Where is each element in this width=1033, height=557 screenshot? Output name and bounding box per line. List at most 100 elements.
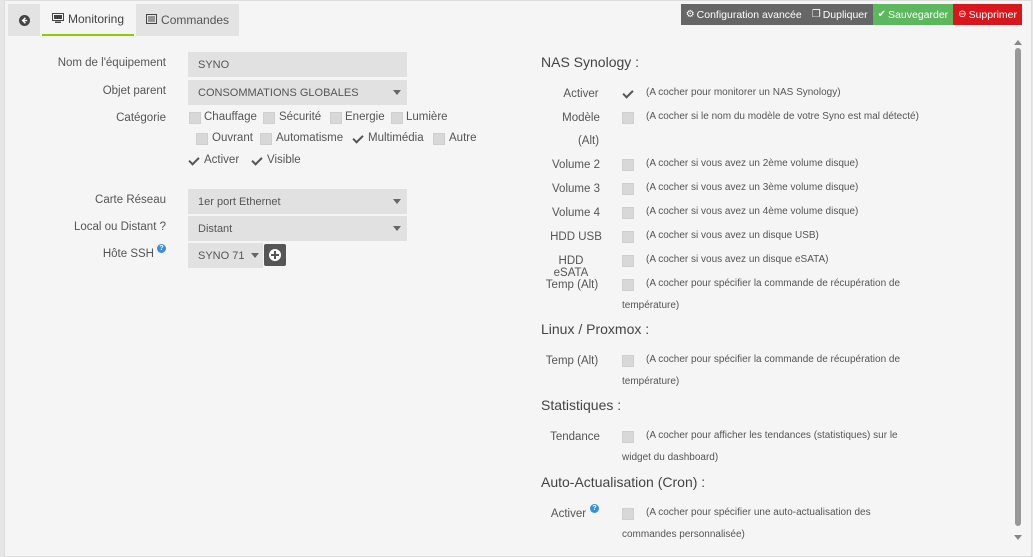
volume3-checkbox[interactable] (622, 183, 634, 195)
ssh-select[interactable]: SYNO 71 (188, 243, 263, 268)
duplicate-label: Dupliquer (822, 8, 868, 21)
hddesata-checkbox[interactable] (622, 255, 634, 267)
volume4-note: (A cocher si vous avez un 4ème volume di… (646, 206, 859, 217)
chevron-down-icon (393, 199, 401, 204)
category-lumiere-checkbox[interactable] (391, 112, 403, 124)
help-icon[interactable]: ? (157, 244, 166, 253)
volume3-label: Volume 3 (552, 183, 600, 195)
local-select[interactable]: Distant (188, 216, 407, 241)
save-button[interactable]: ✔ Sauvegarder (872, 4, 954, 25)
chevron-down-icon (393, 90, 401, 95)
category-chauffage-label: Chauffage (204, 111, 257, 123)
hddusb-checkbox[interactable] (622, 231, 634, 243)
category-automatisme-label: Automatisme (276, 132, 344, 144)
tab-monitoring-label: Monitoring (68, 12, 125, 26)
delete-button[interactable]: ⊖ Supprimer (953, 4, 1022, 25)
local-label: Local ou Distant ? (73, 221, 166, 233)
network-select[interactable]: 1er port Ethernet (188, 189, 407, 214)
category-energie-label: Energie (345, 111, 385, 123)
modele-note: (A cocher si le nom du modèle de votre S… (646, 111, 919, 122)
name-input[interactable]: SYNO (188, 52, 407, 77)
parent-value: CONSOMMATIONS GLOBALES (198, 86, 359, 99)
linux-temp-note: (A cocher pour spécifier la commande de … (646, 354, 901, 365)
volume2-note: (A cocher si vous avez un 2ème volume di… (646, 158, 859, 169)
name-label: Nom de l'équipement (57, 57, 166, 69)
add-ssh-host-button[interactable] (264, 244, 286, 266)
auto-note-cont: commandes personnalisée) (622, 529, 745, 540)
category-energie-checkbox[interactable] (330, 112, 342, 124)
temp-checkbox[interactable] (622, 279, 634, 291)
activer-checkbox[interactable] (188, 155, 200, 167)
volume4-checkbox[interactable] (622, 207, 634, 219)
ssh-label: Hôte SSH (102, 248, 154, 260)
advanced-config-label: Configuration avancée (696, 8, 802, 21)
scroll-down-arrow-icon[interactable] (1014, 535, 1022, 540)
category-autre-checkbox[interactable] (433, 133, 445, 145)
help-icon[interactable]: ? (590, 504, 599, 513)
hddesata-note: (A cocher si vous avez un disque eSATA) (646, 254, 829, 265)
chevron-down-icon (251, 253, 259, 258)
hddusb-note: (A cocher si vous avez un disque USB) (646, 230, 819, 241)
modele-alt-label: (Alt) (577, 135, 600, 147)
tendance-note: (A cocher pour afficher les tendances (s… (646, 430, 898, 441)
linux-temp-note-cont: température) (622, 376, 680, 387)
cogs-icon: ⚙ (685, 9, 695, 20)
tendance-note-cont: widget du dashboard) (622, 452, 719, 463)
modele-checkbox[interactable] (622, 112, 634, 124)
category-ouvrant-checkbox[interactable] (196, 133, 208, 145)
copy-icon: ❐ (811, 9, 821, 20)
scrollbar[interactable] (1014, 40, 1022, 540)
save-label: Sauvegarder (888, 8, 949, 21)
arrow-circle-left-icon (18, 14, 30, 26)
category-lumiere-label: Lumière (406, 111, 448, 123)
chevron-down-icon (393, 226, 401, 231)
category-label: Catégorie (116, 112, 166, 124)
tendance-label: Tendance (550, 431, 600, 443)
list-icon (146, 13, 158, 27)
temp-note-cont: température) (622, 300, 680, 311)
advanced-config-button[interactable]: ⚙ Configuration avancée (680, 4, 807, 25)
hddesata-label: HDD eSATA (553, 255, 589, 279)
hddusb-label: HDD USB (550, 231, 602, 243)
network-label: Carte Réseau (95, 194, 166, 206)
tendance-checkbox[interactable] (622, 431, 634, 443)
back-button[interactable] (8, 4, 40, 36)
tab-commandes[interactable]: Commandes (136, 4, 240, 36)
scroll-up-arrow-icon[interactable] (1014, 40, 1022, 45)
volume2-checkbox[interactable] (622, 159, 634, 171)
category-autre-label: Autre (449, 132, 477, 144)
visible-label: Visible (267, 154, 301, 166)
action-toolbar: ⚙ Configuration avancée ❐ Dupliquer ✔ Sa… (680, 4, 1022, 25)
tab-monitoring[interactable]: Monitoring (42, 4, 135, 36)
auto-note: (A cocher pour spécifier une auto-actual… (646, 507, 871, 518)
plus-circle-icon (269, 249, 281, 261)
delete-label: Supprimer (968, 8, 1017, 21)
visible-checkbox[interactable] (251, 155, 263, 167)
temp-label: Temp (Alt) (545, 279, 599, 291)
nas-activer-label: Activer (563, 88, 599, 100)
monitor-icon (52, 12, 64, 26)
linux-temp-checkbox[interactable] (622, 355, 634, 367)
name-value: SYNO (198, 58, 230, 71)
category-securite-label: Sécurité (279, 111, 322, 123)
category-automatisme-checkbox[interactable] (260, 133, 272, 145)
stats-section-title: Statistiques : (541, 397, 622, 413)
tab-bar: Monitoring Commandes (8, 4, 241, 36)
nas-activer-checkbox[interactable] (622, 88, 634, 100)
scroll-thumb[interactable] (1015, 48, 1021, 526)
category-chauffage-checkbox[interactable] (189, 112, 201, 124)
check-circle-icon: ✔ (877, 9, 887, 20)
category-securite-checkbox[interactable] (263, 112, 275, 124)
activer-label: Activer (204, 154, 240, 166)
minus-circle-icon: ⊖ (958, 9, 967, 20)
parent-label: Objet parent (102, 85, 166, 97)
duplicate-button[interactable]: ❐ Dupliquer (806, 4, 873, 25)
nas-section-title: NAS Synology : (541, 54, 640, 70)
category-multimedia-checkbox[interactable] (352, 133, 364, 145)
volume2-label: Volume 2 (552, 159, 600, 171)
parent-select[interactable]: CONSOMMATIONS GLOBALES (188, 80, 407, 105)
category-multimedia-label: Multimédia (368, 132, 424, 144)
tab-commandes-label: Commandes (161, 13, 230, 27)
nas-activer-note: (A cocher pour monitorer un NAS Synology… (646, 87, 841, 98)
auto-activer-checkbox[interactable] (622, 508, 634, 520)
